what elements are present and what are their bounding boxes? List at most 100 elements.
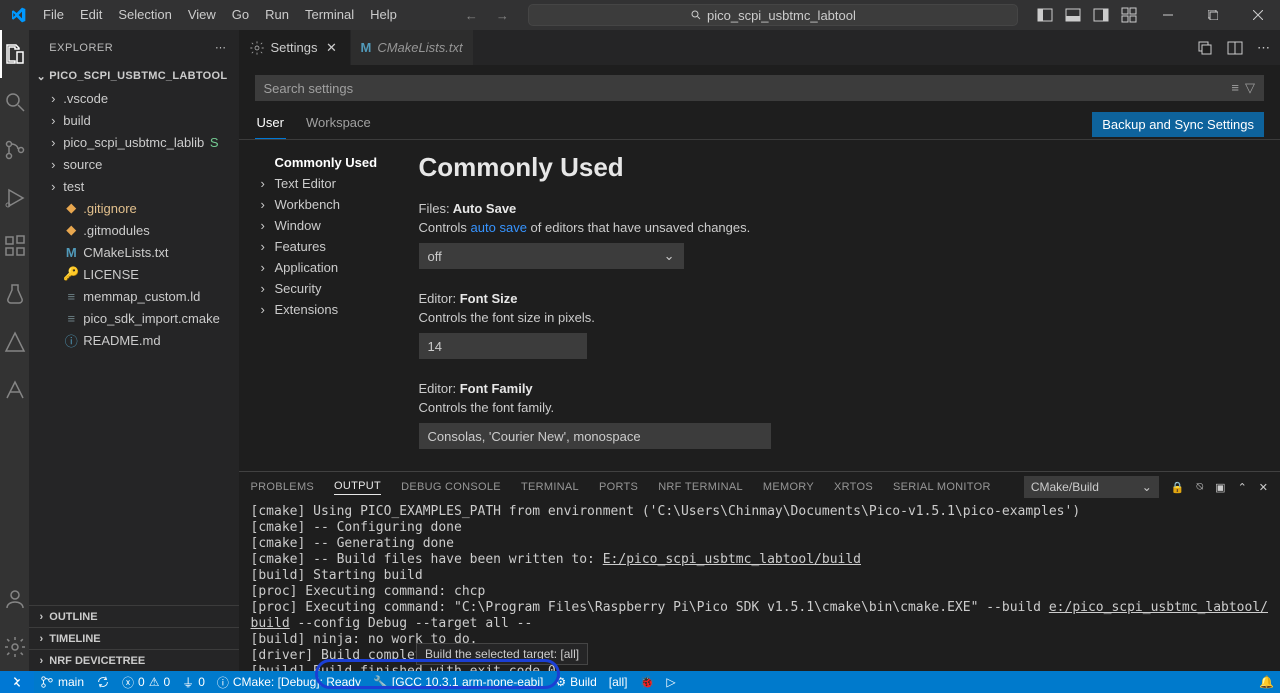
toggle-primary-sidebar-icon[interactable] (1037, 7, 1053, 23)
status-build[interactable]: ⚙Build (549, 671, 602, 693)
toc-item[interactable]: ›Text Editor (261, 173, 419, 194)
font-size-input[interactable]: 14 (419, 333, 587, 359)
file-item[interactable]: ≡memmap_custom.ld (29, 285, 238, 307)
status-sync[interactable] (90, 671, 116, 693)
close-button[interactable] (1235, 0, 1280, 30)
activity-accounts[interactable] (0, 575, 29, 623)
activity-explorer[interactable] (0, 30, 29, 78)
more-icon[interactable]: ⋯ (1257, 40, 1270, 56)
menu-file[interactable]: File (35, 0, 72, 30)
activity-debug[interactable] (0, 174, 29, 222)
menu-run[interactable]: Run (257, 0, 297, 30)
activity-extensions[interactable] (0, 222, 29, 270)
panel-tab[interactable]: OUTPUT (334, 480, 381, 495)
open-changes-icon[interactable] (1197, 40, 1213, 56)
toc-item[interactable]: ›Application (261, 257, 419, 278)
status-branch[interactable]: main (34, 671, 90, 693)
activity-settings[interactable] (0, 623, 29, 671)
toc-item[interactable]: ›Workbench (261, 194, 419, 215)
sidebar-section[interactable]: ›OUTLINE (29, 605, 238, 627)
chevron-up-icon[interactable]: ⌃ (1238, 481, 1247, 494)
toc-item[interactable]: ›Features (261, 236, 419, 257)
status-kit[interactable]: 🔧[GCC 10.3.1 arm-none-eabi] (367, 671, 549, 693)
folder-item[interactable]: ›.vscode (29, 87, 238, 109)
command-center[interactable]: pico_scpi_usbtmc_labtool (528, 4, 1018, 26)
folder-item[interactable]: ›build (29, 109, 238, 131)
settings-detail: Commonly Used Files: Auto Save Controls … (419, 140, 1280, 471)
file-item[interactable]: ◆.gitignore (29, 197, 238, 219)
file-item[interactable]: MCMakeLists.txt (29, 241, 238, 263)
status-notifications[interactable]: 🔔 (1253, 675, 1280, 689)
panel-tab[interactable]: DEBUG CONSOLE (401, 481, 501, 493)
nav-forward-icon[interactable]: → (496, 8, 509, 23)
maximize-button[interactable] (1190, 0, 1235, 30)
folder-item[interactable]: ›pico_scpi_usbtmc_lablibS (29, 131, 238, 153)
filter-icon[interactable]: ▽ (1245, 80, 1255, 96)
activity-scm[interactable] (0, 126, 29, 174)
menu-help[interactable]: Help (362, 0, 405, 30)
panel-tab[interactable]: NRF TERMINAL (658, 481, 743, 493)
panel-tab[interactable]: PROBLEMS (251, 481, 315, 493)
output-channel-select[interactable]: CMake/Build⌄ (1024, 476, 1159, 498)
tab-cmakelists[interactable]: M CMakeLists.txt (351, 30, 474, 65)
close-panel-icon[interactable]: ✕ (1259, 481, 1268, 494)
toggle-secondary-sidebar-icon[interactable] (1093, 7, 1109, 23)
status-ports[interactable]: ⏚0 (176, 671, 211, 693)
toggle-panel-icon[interactable] (1065, 7, 1081, 23)
scope-user[interactable]: User (255, 109, 286, 139)
menu-edit[interactable]: Edit (72, 0, 110, 30)
scope-workspace[interactable]: Workspace (304, 109, 373, 139)
minimize-button[interactable] (1145, 0, 1190, 30)
activity-testing[interactable] (0, 270, 29, 318)
status-problems[interactable]: ⓧ0⚠0 (116, 671, 176, 693)
folder-item[interactable]: ›source (29, 153, 238, 175)
activity-nrf[interactable] (0, 366, 29, 414)
file-item[interactable]: ◆.gitmodules (29, 219, 238, 241)
sidebar-section[interactable]: ›TIMELINE (29, 627, 238, 649)
auto-save-select[interactable]: off ⌄ (419, 243, 684, 269)
activity-cmake[interactable] (0, 318, 29, 366)
toc-item[interactable]: ›Extensions (261, 299, 419, 320)
output-content[interactable]: [cmake] Using PICO_EXAMPLES_PATH from en… (239, 502, 1280, 671)
toc-item[interactable]: ›Security (261, 278, 419, 299)
status-target[interactable]: [all] (603, 671, 634, 693)
panel-tab[interactable]: XRTOS (834, 481, 873, 493)
backup-sync-button[interactable]: Backup and Sync Settings (1092, 112, 1264, 137)
project-header[interactable]: ⌄ PICO_SCPI_USBTMC_LABTOOL (29, 65, 238, 87)
remote-button[interactable] (0, 671, 34, 693)
nav-back-icon[interactable]: ← (465, 8, 478, 23)
search-placeholder: Search settings (264, 81, 354, 96)
toc-item[interactable]: ›Window (261, 215, 419, 236)
clear-output-icon[interactable]: ⍉ (1197, 481, 1204, 494)
open-log-icon[interactable]: ▣ (1215, 481, 1225, 494)
file-item[interactable]: ≡pico_sdk_import.cmake (29, 307, 238, 329)
panel-tab[interactable]: TERMINAL (521, 481, 579, 493)
panel-tab[interactable]: MEMORY (763, 481, 814, 493)
font-family-input[interactable]: Consolas, 'Courier New', monospace (419, 423, 771, 449)
settings-search[interactable]: Search settings ≡ ▽ (255, 75, 1264, 101)
close-icon[interactable]: ✕ (324, 40, 340, 56)
menu-selection[interactable]: Selection (110, 0, 179, 30)
status-launch[interactable]: ▷ (660, 671, 681, 693)
menu-terminal[interactable]: Terminal (297, 0, 362, 30)
layout-controls (1037, 7, 1137, 23)
split-editor-icon[interactable] (1227, 40, 1243, 56)
panel-tab[interactable]: SERIAL MONITOR (893, 481, 991, 493)
lock-scroll-icon[interactable]: 🔒 (1171, 481, 1185, 494)
status-debug[interactable]: 🐞 (633, 671, 660, 693)
tab-settings[interactable]: Settings ✕ (239, 30, 351, 65)
explorer-more-icon[interactable]: ⋯ (215, 41, 227, 54)
panel-tab[interactable]: PORTS (599, 481, 638, 493)
clear-search-icon[interactable]: ≡ (1231, 80, 1239, 96)
folder-item[interactable]: ›test (29, 175, 238, 197)
customize-layout-icon[interactable] (1121, 7, 1137, 23)
file-item[interactable]: 🔑LICENSE (29, 263, 238, 285)
menu-view[interactable]: View (180, 0, 224, 30)
menu-go[interactable]: Go (224, 0, 257, 30)
status-cmake[interactable]: ⓘCMake: [Debug]: Ready (211, 671, 367, 693)
toc-item[interactable]: Commonly Used (261, 152, 419, 173)
sidebar-section[interactable]: ›NRF DEVICETREE (29, 649, 238, 671)
auto-save-link[interactable]: auto save (471, 220, 527, 235)
file-item[interactable]: ⓘREADME.md (29, 329, 238, 351)
activity-search[interactable] (0, 78, 29, 126)
